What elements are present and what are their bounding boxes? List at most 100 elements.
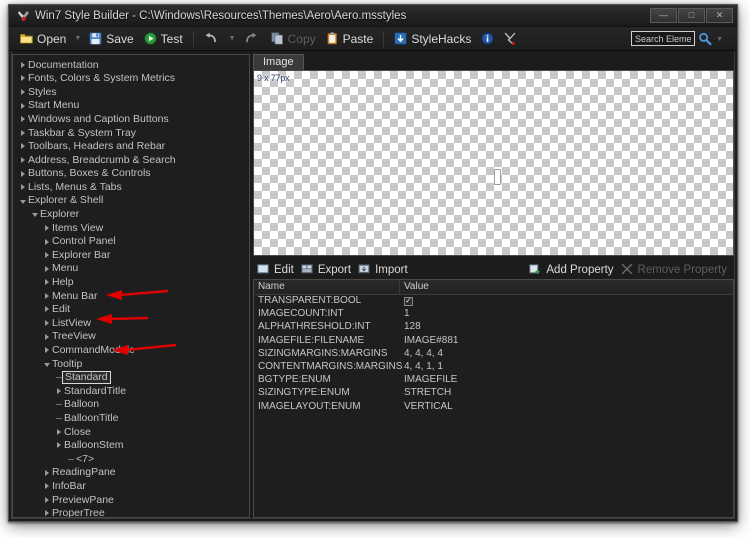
element-tree-panel[interactable]: Documentation Fonts, Colors & System Metr… bbox=[12, 54, 250, 518]
tree-item-toolbars-headers-and-rebar[interactable]: Toolbars, Headers and Rebar bbox=[13, 140, 249, 154]
property-value[interactable]: 4, 4, 1, 1 bbox=[400, 361, 733, 374]
expand-arrow-icon[interactable] bbox=[41, 252, 52, 259]
tree-item-explorer-bar[interactable]: Explorer Bar bbox=[13, 248, 249, 262]
stylehacks-button[interactable]: StyleHacks bbox=[389, 29, 476, 49]
tree-item-documentation[interactable]: Documentation bbox=[13, 58, 249, 72]
collapse-arrow-icon[interactable] bbox=[41, 361, 52, 367]
close-button[interactable]: ✕ bbox=[706, 8, 733, 23]
property-value[interactable]: STRETCH bbox=[400, 387, 733, 400]
undo-button[interactable] bbox=[199, 29, 226, 49]
tree-leaf-stub[interactable] bbox=[65, 458, 76, 460]
info-button[interactable] bbox=[476, 29, 499, 49]
expand-arrow-icon[interactable] bbox=[17, 129, 28, 136]
tree-item-7[interactable]: <7> bbox=[13, 452, 249, 466]
search-dropdown-caret[interactable]: ▼ bbox=[716, 36, 723, 43]
tree-item-styles[interactable]: Styles bbox=[13, 85, 249, 99]
property-row[interactable]: TRANSPARENT:BOOL ✓ bbox=[254, 295, 733, 308]
expand-arrow-icon[interactable] bbox=[17, 143, 28, 150]
property-value[interactable]: ✓ bbox=[400, 295, 733, 308]
property-row[interactable]: IMAGELAYOUT:ENUM VERTICAL bbox=[254, 401, 733, 414]
tree-item-readingpane[interactable]: ReadingPane bbox=[13, 466, 249, 480]
title-bar[interactable]: Win7 Style Builder - C:\Windows\Resource… bbox=[9, 5, 737, 27]
expand-arrow-icon[interactable] bbox=[41, 347, 52, 354]
expand-arrow-icon[interactable] bbox=[41, 333, 52, 340]
expand-arrow-icon[interactable] bbox=[41, 469, 52, 476]
expand-arrow-icon[interactable] bbox=[53, 388, 64, 395]
expand-arrow-icon[interactable] bbox=[17, 170, 28, 177]
tree-item-explorer[interactable]: Explorer bbox=[13, 208, 249, 222]
open-button[interactable]: Open bbox=[15, 29, 71, 49]
property-row[interactable]: IMAGEFILE:FILENAME IMAGE#881 bbox=[254, 335, 733, 348]
property-row[interactable]: SIZINGMARGINS:MARGINS 4, 4, 4, 4 bbox=[254, 348, 733, 361]
tree-item-explorer-shell[interactable]: Explorer & Shell bbox=[13, 194, 249, 208]
expand-arrow-icon[interactable] bbox=[41, 224, 52, 231]
tree-item-tooltip[interactable]: Tooltip bbox=[13, 357, 249, 371]
expand-arrow-icon[interactable] bbox=[41, 279, 52, 286]
remove-property-button[interactable]: Remove Property bbox=[621, 263, 734, 276]
tree-item-close[interactable]: Close bbox=[13, 425, 249, 439]
property-row[interactable]: BGTYPE:ENUM IMAGEFILE bbox=[254, 374, 733, 387]
save-button[interactable]: Save bbox=[84, 29, 138, 49]
expand-arrow-icon[interactable] bbox=[17, 88, 28, 95]
property-row[interactable]: IMAGECOUNT:INT 1 bbox=[254, 308, 733, 321]
expand-arrow-icon[interactable] bbox=[41, 483, 52, 490]
minimize-button[interactable]: — bbox=[650, 8, 677, 23]
expand-arrow-icon[interactable] bbox=[41, 265, 52, 272]
search-input[interactable] bbox=[631, 31, 695, 46]
tree-item-lists-menus-tabs[interactable]: Lists, Menus & Tabs bbox=[13, 180, 249, 194]
tree-item-taskbar-system-tray[interactable]: Taskbar & System Tray bbox=[13, 126, 249, 140]
search-icon[interactable] bbox=[698, 32, 712, 46]
expand-arrow-icon[interactable] bbox=[17, 156, 28, 163]
tree-item-items-view[interactable]: Items View bbox=[13, 221, 249, 235]
expand-arrow-icon[interactable] bbox=[41, 292, 52, 299]
tree-item-previewpane[interactable]: PreviewPane bbox=[13, 493, 249, 507]
open-dropdown-caret[interactable]: ▼ bbox=[71, 35, 84, 42]
maximize-button[interactable]: □ bbox=[678, 8, 705, 23]
property-row[interactable]: SIZINGTYPE:ENUM STRETCH bbox=[254, 387, 733, 400]
expand-arrow-icon[interactable] bbox=[41, 510, 52, 517]
collapse-arrow-icon[interactable] bbox=[29, 211, 40, 218]
import-button[interactable]: Import bbox=[358, 263, 415, 276]
tree-item-address-breadcrumb-search[interactable]: Address, Breadcrumb & Search bbox=[13, 153, 249, 167]
tree-item-windows-and-caption-buttons[interactable]: Windows and Caption Buttons bbox=[13, 112, 249, 126]
expand-arrow-icon[interactable] bbox=[17, 102, 28, 109]
tree-item-propertree[interactable]: ProperTree bbox=[13, 507, 249, 517]
tree-item-standard[interactable]: Standard bbox=[13, 371, 249, 385]
expand-arrow-icon[interactable] bbox=[17, 116, 28, 123]
expand-arrow-icon[interactable] bbox=[17, 75, 28, 82]
tree-item-balloontitle[interactable]: BalloonTitle bbox=[13, 411, 249, 425]
undo-dropdown-caret[interactable]: ▼ bbox=[226, 35, 239, 42]
tree-leaf-stub[interactable] bbox=[53, 417, 64, 419]
tree-item-infobar[interactable]: InfoBar bbox=[13, 479, 249, 493]
tree-item-balloonstem[interactable]: BalloonStem bbox=[13, 439, 249, 453]
tree-item-edit[interactable]: Edit bbox=[13, 303, 249, 317]
tree-item-control-panel[interactable]: Control Panel bbox=[13, 235, 249, 249]
test-button[interactable]: Test bbox=[139, 29, 188, 49]
tree-item-menu-bar[interactable]: Menu Bar bbox=[13, 289, 249, 303]
expand-arrow-icon[interactable] bbox=[17, 184, 28, 191]
tab-image[interactable]: Image bbox=[253, 54, 304, 70]
redo-button[interactable] bbox=[239, 29, 266, 49]
column-header-value[interactable]: Value bbox=[400, 280, 733, 294]
expand-arrow-icon[interactable] bbox=[17, 61, 28, 68]
property-value[interactable]: IMAGE#881 bbox=[400, 335, 733, 348]
property-value[interactable]: VERTICAL bbox=[400, 401, 733, 414]
collapse-arrow-icon[interactable] bbox=[17, 198, 28, 204]
tree-item-buttons-boxes-controls[interactable]: Buttons, Boxes & Controls bbox=[13, 167, 249, 181]
tools-button[interactable] bbox=[499, 29, 522, 49]
checkbox-checked-icon[interactable]: ✓ bbox=[404, 296, 413, 306]
copy-button[interactable]: Copy bbox=[266, 29, 321, 49]
property-value[interactable]: 128 bbox=[400, 321, 733, 334]
property-value[interactable]: 4, 4, 4, 4 bbox=[400, 348, 733, 361]
tree-item-listview[interactable]: ListView bbox=[13, 316, 249, 330]
export-button[interactable]: Export bbox=[301, 263, 358, 276]
expand-arrow-icon[interactable] bbox=[53, 428, 64, 435]
image-preview-canvas[interactable]: 9 x 77px bbox=[253, 70, 734, 256]
tree-item-balloon[interactable]: Balloon bbox=[13, 398, 249, 412]
expand-arrow-icon[interactable] bbox=[41, 238, 52, 245]
tree-leaf-stub[interactable] bbox=[53, 404, 64, 406]
property-value[interactable]: IMAGEFILE bbox=[400, 374, 733, 387]
property-row[interactable]: ALPHATHRESHOLD:INT 128 bbox=[254, 321, 733, 334]
tree-item-menu[interactable]: Menu bbox=[13, 262, 249, 276]
tree-item-start-menu[interactable]: Start Menu bbox=[13, 99, 249, 113]
